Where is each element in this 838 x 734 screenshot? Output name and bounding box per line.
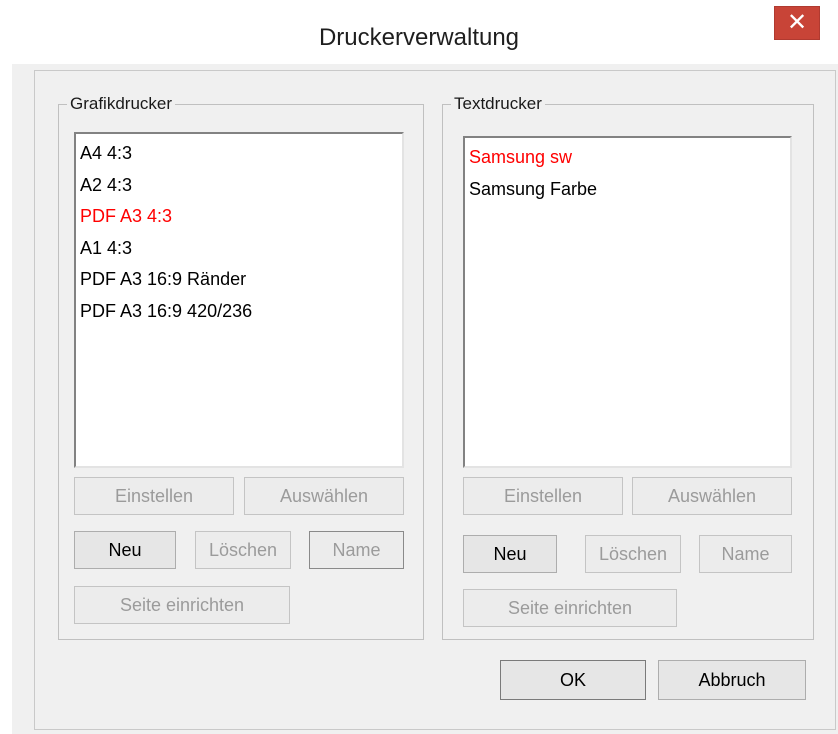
- grafik-list-item[interactable]: PDF A3 16:9 420/236: [76, 296, 402, 328]
- text-neu-button[interactable]: Neu: [463, 535, 557, 573]
- grafik-einstellen-button[interactable]: Einstellen: [74, 477, 234, 515]
- grafik-neu-button[interactable]: Neu: [74, 531, 176, 569]
- text-einstellen-button[interactable]: Einstellen: [463, 477, 623, 515]
- title-bar: Druckerverwaltung ✕: [0, 0, 838, 64]
- grafik-auswaehlen-button[interactable]: Auswählen: [244, 477, 404, 515]
- grafik-list-item[interactable]: A1 4:3: [76, 233, 402, 265]
- textdrucker-legend: Textdrucker: [451, 94, 545, 114]
- textdrucker-list[interactable]: Samsung sw Samsung Farbe: [463, 136, 792, 468]
- close-button[interactable]: ✕: [774, 6, 820, 40]
- text-list-item[interactable]: Samsung Farbe: [465, 174, 790, 206]
- text-name-button[interactable]: Name: [699, 535, 792, 573]
- grafikdrucker-legend: Grafikdrucker: [67, 94, 176, 114]
- grafik-list-item[interactable]: PDF A3 4:3: [76, 201, 402, 233]
- grafik-name-button[interactable]: Name: [309, 531, 404, 569]
- druckerverwaltung-dialog: Druckerverwaltung ✕ Grafikdrucker A4 4:3…: [0, 0, 838, 734]
- grafik-list-item[interactable]: PDF A3 16:9 Ränder: [76, 264, 402, 296]
- grafikdrucker-list[interactable]: A4 4:3 A2 4:3 PDF A3 4:3 A1 4:3 PDF A3 16:9 …: [74, 132, 404, 468]
- text-list-item[interactable]: Samsung sw: [465, 142, 790, 174]
- grafik-list-item[interactable]: A2 4:3: [76, 170, 402, 202]
- grafik-list-item[interactable]: A4 4:3: [76, 138, 402, 170]
- close-icon: ✕: [786, 9, 808, 36]
- grafik-loeschen-button[interactable]: Löschen: [195, 531, 291, 569]
- text-auswaehlen-button[interactable]: Auswählen: [632, 477, 792, 515]
- window-left-frame: [0, 0, 12, 734]
- text-loeschen-button[interactable]: Löschen: [585, 535, 681, 573]
- grafik-seite-einrichten-button[interactable]: Seite einrichten: [74, 586, 290, 624]
- text-seite-einrichten-button[interactable]: Seite einrichten: [463, 589, 677, 627]
- abbruch-button[interactable]: Abbruch: [658, 660, 806, 700]
- ok-button[interactable]: OK: [500, 660, 646, 700]
- window-title: Druckerverwaltung: [318, 24, 520, 51]
